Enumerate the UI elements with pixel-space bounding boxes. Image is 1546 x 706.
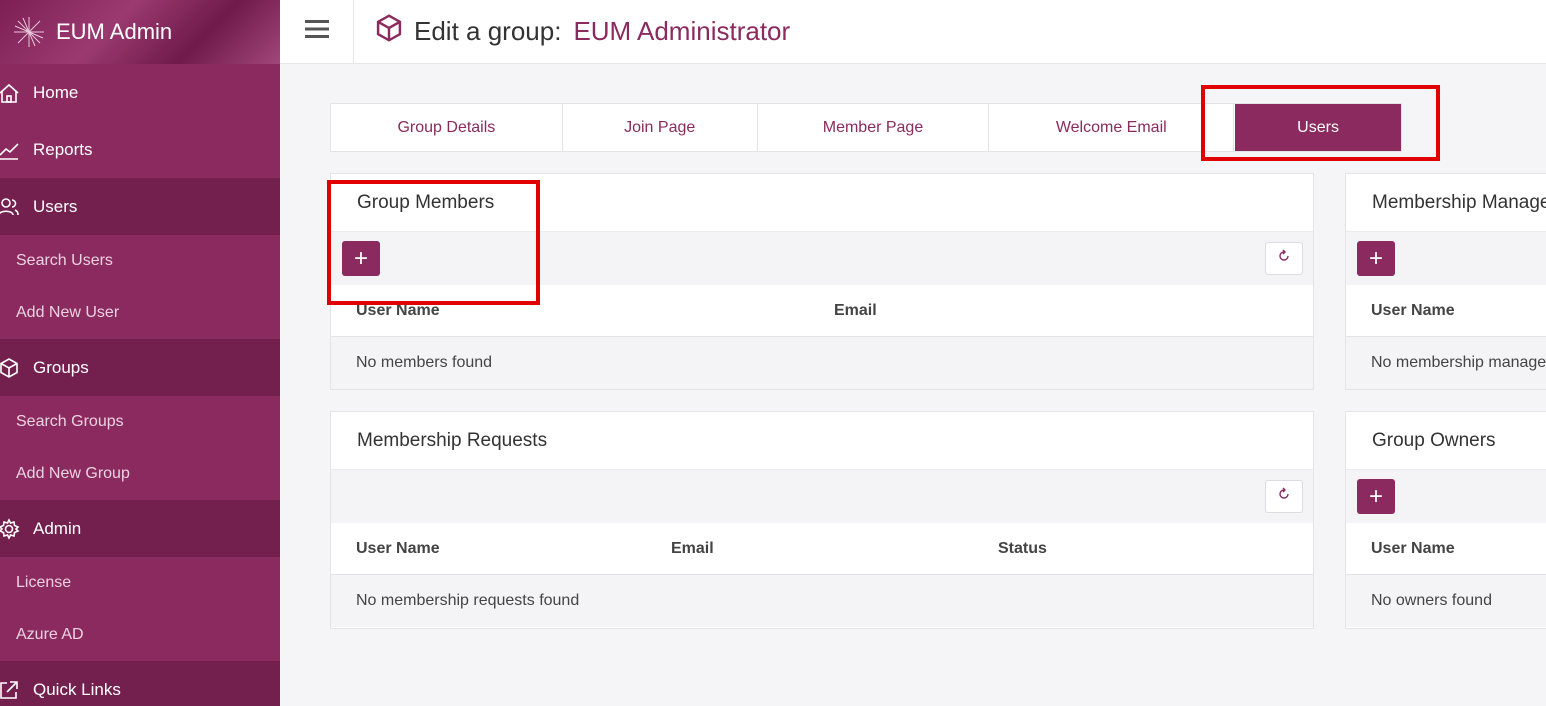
col-user-name[interactable]: User Name [356, 302, 440, 320]
group-members-toolbar: + [331, 232, 1313, 285]
sidebar-item-search-users[interactable]: Search Users [0, 235, 280, 287]
refresh-icon [1277, 249, 1291, 268]
sidebar-item-label: Users [33, 196, 78, 216]
gear-icon [0, 517, 33, 540]
group-members-title: Group Members [331, 174, 1313, 232]
col-user-name[interactable]: User Name [1371, 540, 1455, 558]
brand[interactable]: EUM Admin [0, 0, 280, 64]
page-title: Edit a group: EUM Administrator [374, 13, 790, 50]
membership-managers-toolbar: + [1346, 232, 1546, 285]
refresh-icon [1277, 487, 1291, 506]
sidebar-item-reports[interactable]: Reports [0, 121, 280, 178]
sidebar-item-home[interactable]: Home [0, 64, 280, 121]
col-status[interactable]: Status [998, 540, 1047, 558]
sidebar-item-admin[interactable]: Admin [0, 500, 280, 557]
sidebar-item-label: Add New Group [16, 465, 130, 482]
sidebar-item-label: Search Groups [16, 413, 124, 430]
group-members-header-row: User Name Email [331, 285, 1313, 337]
sidebar-item-groups[interactable]: Groups [0, 339, 280, 396]
cube-icon [0, 357, 33, 379]
tab-users[interactable]: Users [1235, 104, 1401, 151]
home-icon [0, 82, 33, 104]
membership-requests-header-row: User Name Email Status [331, 523, 1313, 575]
sidebar-item-add-new-user[interactable]: Add New User [0, 287, 280, 339]
refresh-requests-button[interactable] [1265, 480, 1303, 513]
membership-requests-title: Membership Requests [331, 412, 1313, 470]
sidebar-item-label: License [16, 574, 72, 591]
sidebar-item-label: Search Users [16, 252, 113, 269]
sidebar-item-users[interactable]: Users [0, 178, 280, 235]
add-manager-button[interactable]: + [1357, 241, 1395, 276]
membership-managers-header-row: User Name [1346, 285, 1546, 337]
col-email[interactable]: Email [671, 540, 714, 558]
membership-managers-empty: No membership managers found [1346, 337, 1546, 389]
external-link-icon [0, 679, 33, 701]
cube-icon [374, 13, 404, 50]
col-email[interactable]: Email [834, 302, 877, 320]
starburst-logo-icon [8, 11, 50, 53]
sidebar-item-label: Quick Links [33, 679, 121, 699]
sidebar-item-label: Add New User [16, 304, 120, 321]
col-user-name[interactable]: User Name [1371, 302, 1455, 320]
sidebar-item-label: Home [33, 82, 79, 102]
membership-managers-card: Membership Managers + User Name No membe… [1345, 173, 1546, 390]
sidebar-item-license[interactable]: License [0, 557, 280, 609]
sidebar: EUM Admin Home Reports Users Search User… [0, 0, 280, 706]
page-title-prefix: Edit a group: [414, 16, 562, 46]
users-icon [0, 196, 33, 218]
sidebar-item-search-groups[interactable]: Search Groups [0, 396, 280, 448]
app-name: EUM Admin [56, 19, 173, 44]
tab-join-page[interactable]: Join Page [563, 104, 758, 151]
top-header: Edit a group: EUM Administrator [280, 0, 1546, 64]
membership-requests-card: Membership Requests User Name Email Stat… [330, 411, 1314, 629]
group-owners-toolbar: + [1346, 470, 1546, 523]
hamburger-icon [304, 19, 329, 44]
sidebar-item-label: Groups [33, 357, 89, 377]
tab-bar: Group Details Join Page Member Page Welc… [330, 103, 1402, 152]
chart-line-icon [0, 139, 33, 161]
sidebar-item-label: Admin [33, 518, 82, 538]
group-members-card: Group Members + User Name Email No membe… [330, 173, 1314, 390]
membership-managers-title: Membership Managers [1346, 174, 1546, 232]
group-owners-card: Group Owners + User Name No owners found [1345, 411, 1546, 629]
group-owners-title: Group Owners [1346, 412, 1546, 470]
refresh-members-button[interactable] [1265, 242, 1303, 275]
sidebar-item-label: Azure AD [16, 626, 84, 643]
group-name: EUM Administrator [573, 16, 791, 46]
sidebar-item-azure-ad[interactable]: Azure AD [0, 609, 280, 661]
sidebar-item-quick-links[interactable]: Quick Links [0, 661, 280, 706]
tab-welcome-email[interactable]: Welcome Email [989, 104, 1235, 151]
col-user-name[interactable]: User Name [356, 540, 440, 558]
tab-group-details[interactable]: Group Details [331, 104, 563, 151]
membership-requests-toolbar [331, 470, 1313, 523]
tab-member-page[interactable]: Member Page [758, 104, 990, 151]
group-owners-empty: No owners found [1346, 575, 1546, 627]
sidebar-item-add-new-group[interactable]: Add New Group [0, 448, 280, 500]
sidebar-item-label: Reports [33, 139, 93, 159]
membership-requests-empty: No membership requests found [331, 575, 1313, 627]
menu-toggle-button[interactable] [280, 0, 354, 64]
add-owner-button[interactable]: + [1357, 479, 1395, 514]
group-members-empty: No members found [331, 337, 1313, 389]
group-owners-header-row: User Name [1346, 523, 1546, 575]
add-member-button[interactable]: + [342, 241, 380, 276]
